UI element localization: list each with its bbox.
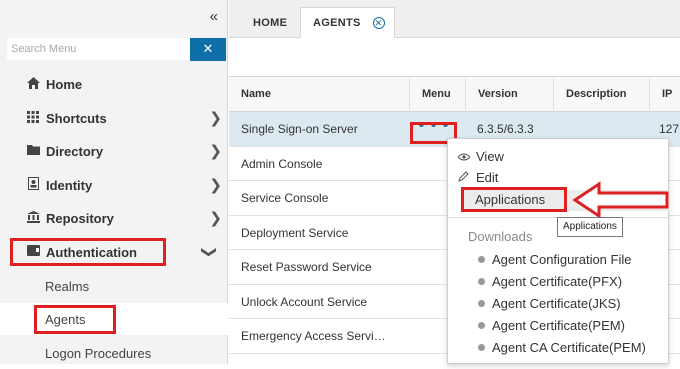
row-menu-button[interactable]: • • • [414, 118, 454, 137]
chevron-down-icon: ❯ [200, 245, 218, 259]
close-tab-icon[interactable]: ✕ [372, 16, 385, 29]
grid-icon [25, 110, 41, 126]
agent-name: Service Console [241, 191, 329, 205]
tooltip: Applications [557, 217, 623, 237]
sidebar-subitem-label: Realms [45, 278, 90, 294]
download-label: Agent Configuration File [492, 252, 632, 267]
chevron-right-icon: ❯ [209, 210, 222, 227]
pointer-arrow-icon [572, 181, 669, 219]
sidebar: « ✕ Home Shortcuts ❯ Directory ❯ [0, 0, 228, 364]
column-header-menu[interactable]: Menu [409, 77, 465, 112]
sidebar-item-home[interactable]: Home [0, 68, 228, 100]
tab-agents[interactable]: AGENTS ✕ [300, 7, 395, 38]
bullet-icon [478, 278, 485, 285]
sidebar-item-authentication[interactable]: Authentication ❯ [0, 236, 228, 268]
chevron-right-icon: ❯ [209, 143, 222, 160]
agent-name: Unlock Account Service [241, 294, 368, 309]
sidebar-item-repository[interactable]: Repository ❯ [0, 202, 228, 234]
download-agent-ca-certificate-pem[interactable]: Agent CA Certificate(PEM) [478, 337, 646, 359]
menu-item-label: Edit [476, 170, 499, 185]
bullet-icon [478, 300, 485, 307]
column-header-version[interactable]: Version [465, 77, 553, 112]
sidebar-item-identity[interactable]: Identity ❯ [0, 169, 228, 201]
download-agent-configuration-file[interactable]: Agent Configuration File [478, 249, 631, 271]
menu-item-applications[interactable]: Applications [475, 190, 545, 210]
sidebar-item-shortcuts[interactable]: Shortcuts ❯ [0, 102, 228, 134]
sidebar-item-label: Directory [46, 143, 104, 159]
bullet-icon [478, 256, 485, 263]
sidebar-item-label: Authentication [46, 244, 137, 260]
download-agent-certificate-jks[interactable]: Agent Certificate(JKS) [478, 293, 621, 315]
chevron-right-icon: ❯ [209, 177, 222, 194]
folder-icon [25, 144, 41, 158]
id-badge-icon [25, 177, 41, 193]
sidebar-item-label: Shortcuts [46, 110, 107, 126]
collapse-sidebar-icon[interactable]: « [210, 8, 219, 25]
download-label: Agent Certificate(JKS) [492, 296, 621, 311]
download-label: Agent Certificate(PEM) [492, 318, 625, 333]
agent-name: Deployment Service [241, 225, 349, 240]
search-input[interactable] [7, 38, 191, 60]
bank-icon [25, 210, 41, 226]
home-icon [25, 76, 41, 92]
tab-label: HOME [253, 16, 288, 29]
menu-item-edit[interactable]: Edit [458, 168, 498, 188]
downloads-heading: Downloads [468, 229, 533, 244]
agent-name: Admin Console [241, 156, 323, 171]
sidebar-subitem-agents[interactable]: Agents [0, 303, 228, 335]
column-header-name[interactable]: Name [229, 77, 409, 112]
eye-icon [457, 147, 472, 167]
column-header-ip[interactable]: IP A [649, 77, 680, 135]
column-header-description[interactable]: Description [553, 77, 649, 112]
sidebar-item-label: Repository [46, 210, 114, 226]
sidebar-item-directory[interactable]: Directory ❯ [0, 135, 228, 167]
search-menu: ✕ [7, 38, 227, 62]
menu-item-label: View [476, 149, 504, 164]
sidebar-subitem-label: Logon Procedures [45, 345, 152, 361]
agent-name: Single Sign-on Server [241, 122, 358, 136]
bullet-icon [478, 344, 485, 351]
table-header: Name Menu Version Description IP A [229, 77, 680, 135]
sidebar-subitem-realms[interactable]: Realms [0, 270, 228, 302]
download-label: Agent Certificate(PFX) [492, 274, 623, 289]
agent-name: Emergency Access Servi… [241, 329, 386, 343]
menu-item-view[interactable]: View [457, 147, 504, 167]
pencil-icon [458, 168, 472, 188]
menu-item-label: Applications [475, 192, 546, 207]
download-agent-certificate-pem[interactable]: Agent Certificate(PEM) [478, 315, 625, 337]
bullet-icon [478, 322, 485, 329]
chevron-right-icon: ❯ [209, 110, 222, 127]
download-agent-certificate-pfx[interactable]: Agent Certificate(PFX) [478, 271, 622, 293]
toolbar [229, 39, 680, 77]
tab-label: AGENTS [313, 16, 361, 29]
sidebar-subitem-logon-procedures[interactable]: Logon Procedures [0, 337, 228, 369]
sidebar-subitem-label: Agents [45, 311, 86, 327]
agent-name: Reset Password Service [241, 260, 372, 274]
row-actions-menu: View Edit Applications Downloads Agent C… [447, 138, 669, 364]
sidebar-item-label: Identity [46, 177, 93, 193]
download-label: Agent CA Certificate(PEM) [492, 340, 646, 355]
tab-bar: HOME AGENTS ✕ [229, 0, 680, 38]
clear-search-button[interactable]: ✕ [190, 38, 226, 61]
card-icon [25, 245, 41, 259]
sidebar-item-label: Home [46, 76, 83, 92]
